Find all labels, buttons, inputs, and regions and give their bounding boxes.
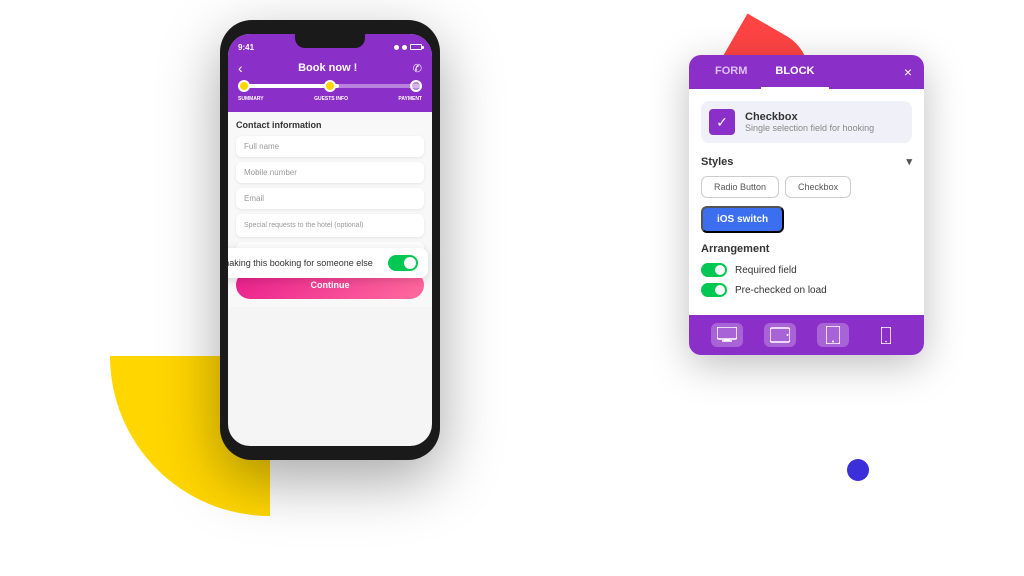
status-time: 9:41 [238,43,254,52]
arrangement-label: Arrangement [701,243,912,255]
arrangement-label-text: Arrangement [701,243,769,255]
pre-checked-row: Pre-checked on load [701,283,912,297]
back-arrow-icon[interactable]: ‹ [238,60,243,76]
ios-switch-option[interactable]: iOS switch [701,206,784,233]
blue-circle-shape [847,459,869,481]
required-toggle-knob [715,265,725,275]
battery-icon [410,44,422,50]
checkbox-option[interactable]: Checkbox [785,176,851,198]
progress-label-3: PAYMENT [398,96,422,102]
panel-close-button[interactable]: × [904,64,912,80]
checkbox-item: ✓ Checkbox Single selection field for ho… [701,101,912,143]
panel-tabs: FORM BLOCK [701,55,829,89]
wifi-icon [402,45,407,50]
mobile-device-button[interactable] [870,323,902,347]
phone-notch [295,34,365,48]
radio-button-option[interactable]: Radio Button [701,176,779,198]
checkbox-info: Checkbox Single selection field for hook… [745,111,874,133]
checkbox-subtitle: Single selection field for hooking [745,123,874,133]
progress-section: SUMMARY GUESTS INFO PAYMENT [228,84,432,112]
device-bar [689,315,924,355]
email-field[interactable]: Email [236,188,424,209]
mobile-field[interactable]: Mobile number [236,162,424,183]
toggle-switch[interactable] [388,255,418,271]
phone-screen: 9:41 ‹ Book now ! ✆ [228,34,432,446]
progress-label-1: SUMMARY [238,96,264,102]
panel-body: ✓ Checkbox Single selection field for ho… [689,89,924,315]
toggle-knob [404,257,416,269]
styles-arrow-icon[interactable]: ▾ [906,155,912,168]
call-icon[interactable]: ✆ [413,62,422,75]
signal-icon [394,45,399,50]
progress-label-2: GUESTS INFO [314,96,348,102]
tab-block[interactable]: BLOCK [761,55,828,89]
styles-section-label: Styles ▾ [701,155,912,168]
progress-dots [238,80,422,92]
desktop-device-button[interactable] [711,323,743,347]
styles-label-text: Styles [701,156,733,168]
settings-panel: FORM BLOCK × ✓ Checkbox Single selection… [689,55,924,355]
tablet-portrait-button[interactable] [817,323,849,347]
phone-screen-title: Book now ! [298,62,357,74]
special-requests-field[interactable]: Special requests to the hotel (optional) [236,214,424,237]
tab-form[interactable]: FORM [701,55,761,89]
pre-checked-knob [715,285,725,295]
pre-checked-toggle[interactable] [701,283,727,297]
progress-dot-3 [410,80,422,92]
tablet-landscape-button[interactable] [764,323,796,347]
contact-info-title: Contact information [236,120,424,130]
progress-track [238,84,422,88]
toggle-row: i'm making this booking for someone else [228,248,428,278]
status-icons [394,44,422,50]
required-field-label: Required field [735,265,797,276]
arrangement-section: Arrangement Required field Pre-checked o… [701,243,912,297]
pre-checked-label: Pre-checked on load [735,285,827,296]
styles-buttons: Radio Button Checkbox [701,176,912,198]
checkbox-title: Checkbox [745,111,874,123]
panel-header: FORM BLOCK × [689,55,924,89]
progress-labels: SUMMARY GUESTS INFO PAYMENT [238,96,422,102]
progress-dot-1 [238,80,250,92]
required-field-row: Required field [701,263,912,277]
progress-dot-2 [324,80,336,92]
phone-device: 9:41 ‹ Book now ! ✆ [220,20,440,460]
toggle-label: i'm making this booking for someone else [228,258,373,268]
checkbox-icon: ✓ [709,109,735,135]
phone-mockup: 9:41 ‹ Book now ! ✆ [220,20,440,460]
full-name-field[interactable]: Full name [236,136,424,157]
required-field-toggle[interactable] [701,263,727,277]
